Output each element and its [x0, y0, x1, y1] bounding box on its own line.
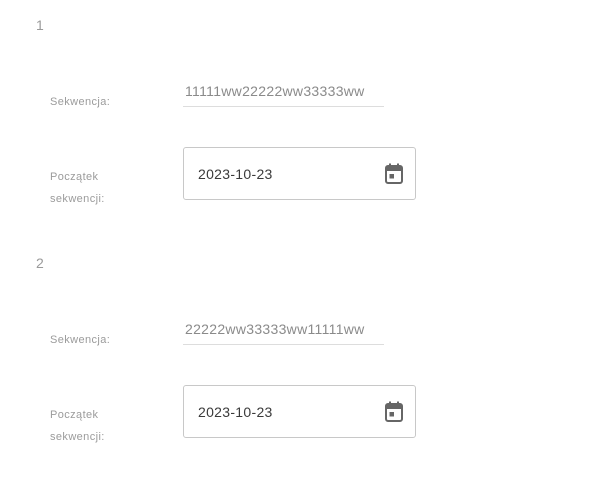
sequence-label: Sekwencja:	[50, 334, 111, 346]
start-label-line2: sekwencji:	[50, 193, 105, 205]
sequence-entry: 2 Sekwencja: Początek sekwencji: 2023-10…	[0, 238, 602, 476]
start-label-line2: sekwencji:	[50, 431, 105, 443]
start-label-line1: Początek	[50, 171, 99, 183]
start-label-line1: Początek	[50, 409, 99, 421]
calendar-icon[interactable]	[383, 162, 405, 186]
sequence-entry: 1 Sekwencja: Początek sekwencji: 2023-10…	[0, 0, 602, 238]
start-date-field[interactable]: 2023-10-23	[183, 147, 416, 200]
start-label: Początek sekwencji:	[50, 166, 150, 210]
sequence-input[interactable]	[183, 76, 384, 107]
sequence-input[interactable]	[183, 314, 384, 345]
entry-number: 1	[36, 17, 44, 33]
entry-number: 2	[36, 255, 44, 271]
sequence-label: Sekwencja:	[50, 96, 111, 108]
calendar-icon[interactable]	[383, 400, 405, 424]
start-date-field[interactable]: 2023-10-23	[183, 385, 416, 438]
start-date-value[interactable]: 2023-10-23	[198, 402, 273, 422]
start-date-value[interactable]: 2023-10-23	[198, 164, 273, 184]
start-label: Początek sekwencji:	[50, 404, 150, 448]
